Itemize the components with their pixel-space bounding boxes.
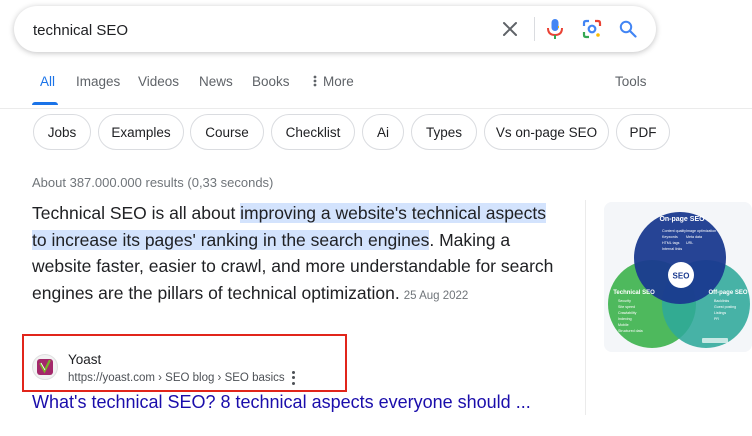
lens-icon[interactable] xyxy=(581,18,603,40)
venn-item: HTML tags xyxy=(662,241,680,245)
clear-icon[interactable] xyxy=(499,18,521,40)
venn-item: Keywords xyxy=(662,235,678,239)
venn-item: Indexing xyxy=(618,317,632,321)
microphone-icon[interactable] xyxy=(544,18,566,40)
tools-button[interactable]: Tools xyxy=(615,74,647,89)
search-box[interactable] xyxy=(14,6,656,52)
snippet-thumbnail[interactable]: SEO On-page SEO Content quality Keywords… xyxy=(604,202,752,352)
venn-item: Image optimization xyxy=(686,229,716,233)
source-highlight-box xyxy=(22,334,347,392)
tab-more-label: More xyxy=(323,74,354,89)
venn-item: Security xyxy=(618,299,631,303)
venn-item: PR xyxy=(714,317,719,321)
venn-center-label: SEO xyxy=(673,272,690,281)
venn-item: Structured data xyxy=(618,329,643,333)
search-box-divider xyxy=(534,17,535,41)
chip-jobs[interactable]: Jobs xyxy=(33,114,91,150)
venn-item: Mobile xyxy=(618,323,629,327)
tab-videos[interactable]: Videos xyxy=(138,74,179,89)
venn-item: Site speed xyxy=(618,305,635,309)
search-input[interactable] xyxy=(33,20,453,40)
seo-venn-diagram: SEO On-page SEO Content quality Keywords… xyxy=(604,202,752,352)
snippet-date: 25 Aug 2022 xyxy=(403,289,469,302)
venn-item: Content quality xyxy=(662,229,686,233)
snippet-text-before: Technical SEO is all about xyxy=(32,203,241,223)
thumbnail-logo xyxy=(702,338,728,343)
chip-types[interactable]: Types xyxy=(411,114,477,150)
venn-label-offpage: Off-page SEO xyxy=(708,290,747,296)
chip-vs-on-page-seo[interactable]: Vs on-page SEO xyxy=(484,114,609,150)
tab-all[interactable]: All xyxy=(40,74,55,89)
result-title-link[interactable]: What's technical SEO? 8 technical aspect… xyxy=(32,392,531,413)
tabs-divider xyxy=(0,108,752,109)
venn-label-onpage: On-page SEO xyxy=(659,216,705,223)
venn-item: Guest posting xyxy=(714,305,736,309)
venn-item: URL xyxy=(686,241,693,245)
venn-item: Crawlability xyxy=(618,311,637,315)
venn-item: Backlinks xyxy=(714,299,729,303)
more-vert-icon xyxy=(313,75,317,87)
tab-books[interactable]: Books xyxy=(252,74,290,89)
tab-images[interactable]: Images xyxy=(76,74,120,89)
search-tabs: All Images Videos News Books More Tools xyxy=(0,74,752,108)
tab-more[interactable]: More xyxy=(313,74,354,89)
venn-item: Internal links xyxy=(662,247,682,251)
tab-news[interactable]: News xyxy=(199,74,233,89)
venn-item: Meta data xyxy=(686,235,702,239)
snippet-divider xyxy=(585,200,586,415)
chip-ai[interactable]: Ai xyxy=(362,114,404,150)
chip-course[interactable]: Course xyxy=(190,114,264,150)
chip-checklist[interactable]: Checklist xyxy=(271,114,355,150)
venn-item: Listings xyxy=(714,311,726,315)
active-tab-indicator xyxy=(32,102,58,105)
chip-examples[interactable]: Examples xyxy=(98,114,184,150)
venn-label-technical: Technical SEO xyxy=(613,290,655,296)
result-stats: About 387.000.000 results (0,33 seconds) xyxy=(32,175,274,190)
featured-snippet: Technical SEO is all about improving a w… xyxy=(32,200,562,309)
chip-pdf[interactable]: PDF xyxy=(616,114,670,150)
search-icon[interactable] xyxy=(617,18,639,40)
